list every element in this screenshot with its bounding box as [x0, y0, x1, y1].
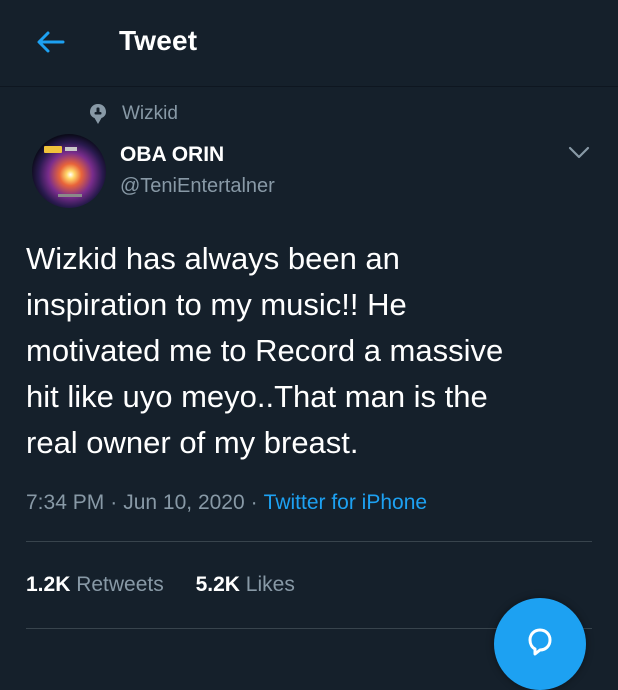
- tweet-line: Wizkid has always been an: [26, 241, 400, 276]
- context-label: Wizkid: [122, 103, 178, 124]
- page-title: Tweet: [119, 25, 198, 56]
- tweet-source-link[interactable]: Twitter for iPhone: [264, 491, 427, 514]
- author-handle[interactable]: @TeniEntertalner: [120, 175, 275, 198]
- likes-count: 5.2K: [195, 573, 240, 596]
- top-bar: Tweet: [0, 0, 618, 87]
- retweets-label: Retweets: [76, 573, 164, 596]
- meta-separator: ·: [110, 491, 118, 514]
- meta-separator: ·: [250, 491, 258, 514]
- tweet-time: 7:34 PM: [26, 491, 105, 514]
- retweets-stat[interactable]: 1.2K Retweets: [26, 573, 164, 597]
- chevron-down-icon: [568, 146, 590, 159]
- reply-bubble-icon: [528, 628, 552, 656]
- likes-stat[interactable]: 5.2K Likes: [196, 573, 295, 597]
- tweet-line: inspiration to my music!! He: [26, 287, 407, 322]
- tweet-stats: 1.2K Retweets 5.2K Likes: [26, 573, 295, 603]
- avatar-art-logo: [44, 146, 62, 153]
- avatar[interactable]: [32, 134, 106, 208]
- tweet-line: hit like uyo meyo..That man is the: [26, 379, 488, 414]
- reply-fab-button[interactable]: [494, 598, 586, 690]
- tweet-line: real owner of my breast.: [26, 425, 359, 460]
- avatar-art-mark: [65, 147, 77, 151]
- back-button[interactable]: [30, 24, 70, 60]
- tweet-context: Wizkid: [86, 102, 178, 126]
- likes-label: Likes: [245, 573, 295, 596]
- pin-icon: [86, 102, 110, 126]
- avatar-art-caption: [58, 194, 82, 197]
- arrow-left-icon: [37, 31, 65, 53]
- author-name[interactable]: OBA ORIN: [120, 143, 224, 167]
- retweets-count: 1.2K: [26, 573, 71, 596]
- tweet-text: Wizkid has always been an inspiration to…: [26, 236, 598, 466]
- tweet-line: motivated me to Record a massive: [26, 333, 504, 368]
- tweet-meta: 7:34 PM · Jun 10, 2020 · Twitter for iPhone: [26, 491, 427, 521]
- divider: [26, 541, 592, 542]
- tweet-menu-button[interactable]: [566, 142, 592, 164]
- tweet-date: Jun 10, 2020: [123, 491, 245, 514]
